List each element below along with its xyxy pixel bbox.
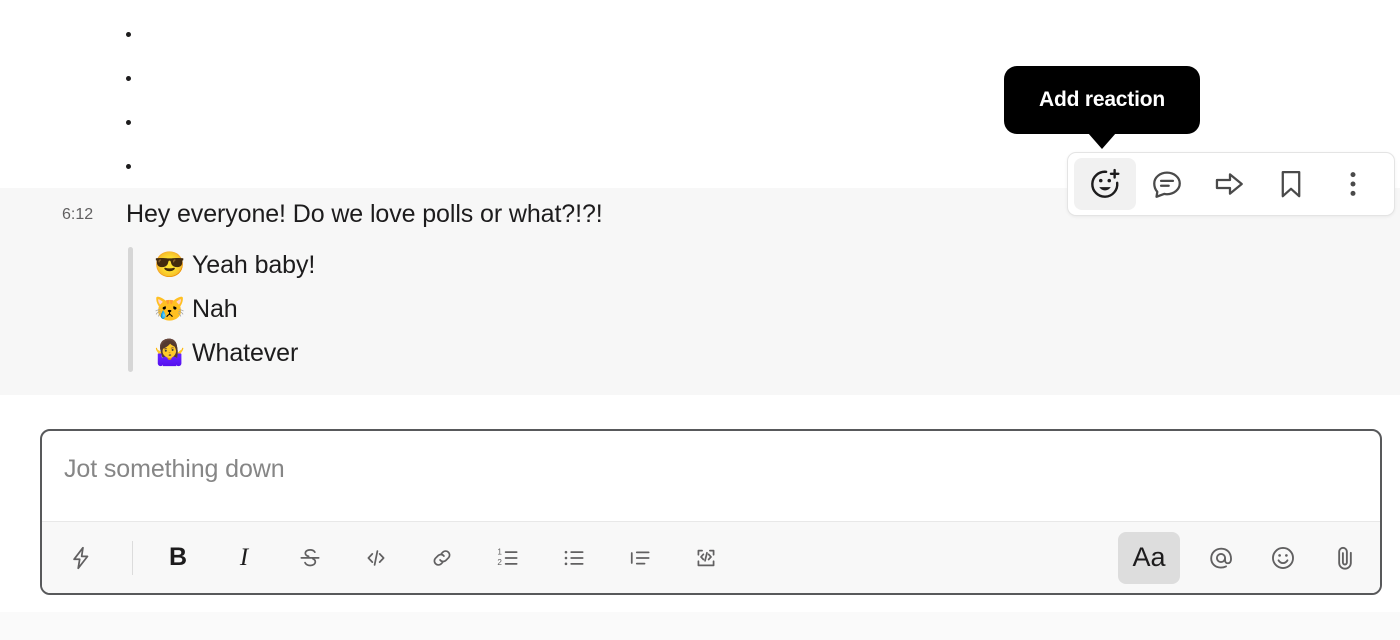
message-actions-toolbar: [1067, 152, 1395, 216]
code-block-icon: [693, 545, 719, 571]
bullet-icon: [126, 163, 131, 169]
add-reaction-icon: [1088, 167, 1122, 201]
paperclip-icon: [1331, 544, 1359, 572]
bold-button[interactable]: B: [157, 537, 199, 579]
bulleted-list-icon: [561, 545, 587, 571]
bullet-icon: [126, 75, 131, 81]
poll-options-blockquote: 😎 Yeah baby! 😿 Nah 🤷‍♀️ Whatever: [126, 244, 1126, 376]
emoji-button[interactable]: [1262, 537, 1304, 579]
shortcuts-button[interactable]: [60, 537, 102, 579]
bullet-icon: [126, 119, 131, 125]
shrug-woman-icon: 🤷‍♀️: [154, 339, 186, 368]
ordered-list-button[interactable]: 1 2: [487, 537, 529, 579]
link-button[interactable]: [421, 537, 463, 579]
thread-reply-icon: [1150, 167, 1184, 201]
strikethrough-icon: [297, 545, 323, 571]
bottom-strip: [0, 612, 1400, 640]
more-actions-button[interactable]: [1322, 158, 1384, 210]
bookmark-icon: [1274, 167, 1308, 201]
add-reaction-button[interactable]: [1074, 158, 1136, 210]
poll-option-label: Whatever: [192, 339, 299, 368]
strikethrough-button[interactable]: [289, 537, 331, 579]
vertical-dots-icon: [1336, 167, 1370, 201]
crying-cat-icon: 😿: [154, 295, 186, 324]
list-item[interactable]: [112, 12, 1312, 56]
attach-file-button[interactable]: [1324, 537, 1366, 579]
code-icon: [363, 545, 389, 571]
message-text: Hey everyone! Do we love polls or what?!…: [126, 200, 603, 228]
emoji-smiley-icon: [1269, 544, 1297, 572]
poll-option[interactable]: 🤷‍♀️ Whatever: [154, 332, 1126, 376]
forward-message-button[interactable]: [1198, 158, 1260, 210]
toolbar-divider: [132, 540, 133, 575]
message-timestamp[interactable]: 6:12: [62, 207, 114, 223]
lightning-bolt-icon: [68, 545, 94, 571]
poll-option-label: Yeah baby!: [192, 251, 316, 280]
message-composer[interactable]: Jot something down B I 1 2 Aa: [40, 429, 1382, 595]
italic-button[interactable]: I: [223, 537, 265, 579]
svg-text:2: 2: [497, 557, 502, 566]
code-block-button[interactable]: [685, 537, 727, 579]
bullet-icon: [126, 31, 131, 37]
formatting-aa-icon: Aa: [1132, 542, 1166, 572]
italic-icon: I: [239, 544, 249, 571]
forward-arrow-icon: [1212, 167, 1246, 201]
tooltip: Add reaction: [1004, 66, 1200, 134]
composer-input[interactable]: Jot something down: [42, 431, 1380, 521]
tooltip-label: Add reaction: [1039, 88, 1165, 111]
svg-text:1: 1: [497, 547, 502, 556]
save-for-later-button[interactable]: [1260, 158, 1322, 210]
formatting-toggle-button[interactable]: Aa: [1118, 531, 1180, 584]
slack-message-pane: 6:12 Hey everyone! Do we love polls or w…: [0, 0, 1400, 640]
bold-icon: B: [168, 543, 188, 571]
link-icon: [429, 545, 455, 571]
tooltip-arrow-icon: [1088, 133, 1116, 149]
sunglasses-face-icon: 😎: [154, 251, 186, 280]
code-button[interactable]: [355, 537, 397, 579]
bulleted-list-button[interactable]: [553, 537, 595, 579]
at-mention-icon: [1207, 544, 1235, 572]
composer-formatting-toolbar: B I 1 2 Aa: [42, 521, 1380, 593]
blockquote-icon: [627, 545, 653, 571]
poll-option[interactable]: 😿 Nah: [154, 288, 1126, 332]
ordered-list-icon: 1 2: [495, 545, 521, 571]
blockquote-bar: [128, 246, 133, 372]
composer-placeholder: Jot something down: [64, 455, 285, 483]
message-body: Hey everyone! Do we love polls or what?!…: [126, 198, 1126, 376]
poll-option-label: Nah: [192, 295, 238, 324]
reply-in-thread-button[interactable]: [1136, 158, 1198, 210]
blockquote-button[interactable]: [619, 537, 661, 579]
mention-button[interactable]: [1200, 537, 1242, 579]
poll-option[interactable]: 😎 Yeah baby!: [154, 244, 1126, 288]
